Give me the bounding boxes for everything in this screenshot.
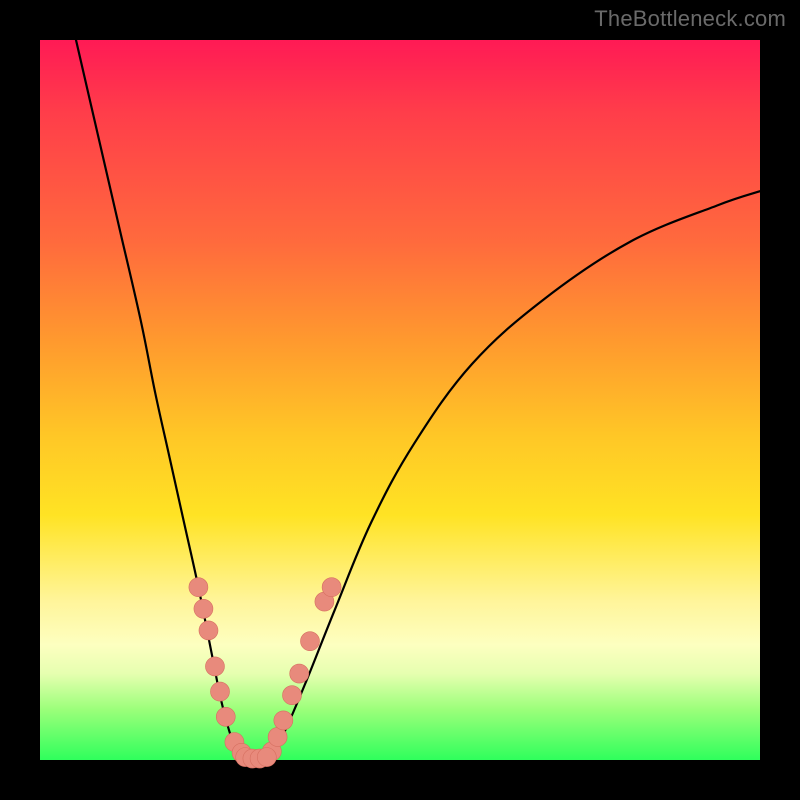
- data-marker: [199, 621, 218, 640]
- chart-frame: TheBottleneck.com: [0, 0, 800, 800]
- data-marker: [211, 682, 230, 701]
- data-marker: [189, 578, 208, 597]
- data-marker: [301, 632, 320, 651]
- data-marker: [322, 578, 341, 597]
- plot-area: [40, 40, 760, 760]
- data-marker: [283, 686, 302, 705]
- data-marker: [274, 711, 293, 730]
- curve-path-group: [76, 40, 760, 760]
- right-branch-path: [270, 191, 760, 756]
- data-marker: [290, 664, 309, 683]
- data-marker: [205, 657, 224, 676]
- watermark-text: TheBottleneck.com: [594, 6, 786, 32]
- data-marker: [257, 748, 276, 767]
- data-marker: [268, 727, 287, 746]
- marker-layer: [189, 578, 341, 768]
- curve-layer: [40, 40, 760, 760]
- data-marker: [194, 599, 213, 618]
- data-marker: [216, 707, 235, 726]
- left-branch-path: [76, 40, 242, 756]
